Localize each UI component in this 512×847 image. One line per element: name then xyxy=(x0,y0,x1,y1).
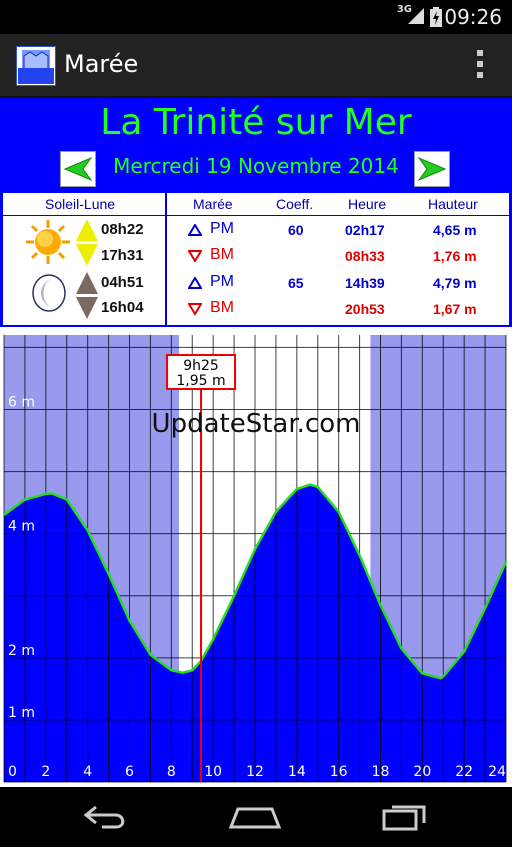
x-tick-label: 24 xyxy=(488,764,506,780)
x-tick-label: 18 xyxy=(372,764,390,780)
tide-time: 02h17 xyxy=(345,222,385,238)
sunrise-time: 08h22 xyxy=(101,221,144,238)
high-tide-icon xyxy=(188,224,202,236)
header-height: Hauteur xyxy=(428,196,478,212)
moon-icon xyxy=(32,274,66,312)
moonset-time: 16h04 xyxy=(101,299,144,316)
home-icon[interactable] xyxy=(228,803,282,831)
tide-chart[interactable]: 1 m2 m4 m6 m0 2 4 6 8 10 12 14 16 18 20 22 249h251,9… xyxy=(0,327,512,787)
app-title: Marée xyxy=(64,50,139,78)
cursor-height: 1,95 m xyxy=(176,373,225,389)
cursor-time: 9h25 xyxy=(183,358,219,374)
sunset-down-arrow-icon xyxy=(76,244,98,266)
x-tick-label: 2 xyxy=(41,764,50,780)
status-bar: 3G 09:26 xyxy=(0,0,512,34)
header-time: Heure xyxy=(348,196,387,212)
tide-coeff: 65 xyxy=(288,275,304,291)
tide-time: 20h53 xyxy=(345,301,385,317)
x-tick-label: 10 xyxy=(204,764,222,780)
tide-type: PM xyxy=(210,273,234,290)
tide-time: 08h33 xyxy=(345,248,385,264)
signal-icon xyxy=(408,8,424,24)
tide-time: 14h39 xyxy=(345,275,385,291)
watermark: UpdateStar.com xyxy=(151,409,361,439)
moonset-down-arrow-icon xyxy=(76,297,98,319)
x-tick-label: 22 xyxy=(455,764,473,780)
high-tide-icon xyxy=(188,277,202,289)
header-sun-moon: Soleil-Lune xyxy=(45,196,116,212)
x-tick-label: 16 xyxy=(330,764,348,780)
x-tick-label: 12 xyxy=(246,764,264,780)
column-divider xyxy=(165,193,167,325)
location-header: La Trinité sur Mer Mercredi 19 Novembre … xyxy=(0,98,512,190)
x-tick-label: 6 xyxy=(125,764,134,780)
low-tide-icon xyxy=(188,303,202,315)
recent-apps-icon[interactable] xyxy=(380,803,428,831)
tide-coeff: 60 xyxy=(288,222,304,238)
header-separator xyxy=(3,215,509,216)
tide-height: 1,76 m xyxy=(433,248,477,264)
y-tick-label: 1 m xyxy=(8,705,35,721)
tide-type: BM xyxy=(210,299,234,316)
sunrise-up-arrow-icon xyxy=(76,219,98,241)
sun-icon xyxy=(26,220,70,264)
x-tick-label: 14 xyxy=(288,764,306,780)
moonrise-time: 04h51 xyxy=(101,274,144,291)
back-icon[interactable] xyxy=(82,803,130,831)
tide-type: PM xyxy=(210,220,234,237)
low-tide-icon xyxy=(188,250,202,262)
tide-chart-panel[interactable]: 1 m2 m4 m6 m 0 2 4 6 8 10 12 14 16 18 20 22 24 9h25 1,9… xyxy=(0,327,512,787)
tide-height: 4,79 m xyxy=(433,275,477,291)
location-name: La Trinité sur Mer xyxy=(100,102,412,143)
clock: 09:26 xyxy=(444,5,502,29)
x-tick-label: 0 xyxy=(8,764,17,780)
tide-table: Soleil-Lune Marée Coeff. Heure Hauteur 0… xyxy=(0,190,512,327)
header-tide: Marée xyxy=(193,196,233,212)
header-coeff: Coeff. xyxy=(276,196,314,212)
sunset-time: 17h31 xyxy=(101,247,144,264)
overflow-menu-icon[interactable] xyxy=(476,50,484,80)
x-tick-label: 8 xyxy=(167,764,176,780)
moonrise-up-arrow-icon xyxy=(76,272,98,294)
app-logo-icon[interactable] xyxy=(16,46,56,86)
arrow-right-icon xyxy=(417,156,447,182)
x-tick-label: 20 xyxy=(413,764,431,780)
tide-height: 4,65 m xyxy=(433,222,477,238)
tide-height: 1,67 m xyxy=(433,301,477,317)
y-tick-label: 4 m xyxy=(8,519,35,535)
system-nav-bar xyxy=(0,787,512,847)
x-tick-label: 4 xyxy=(83,764,92,780)
tide-type: BM xyxy=(210,246,234,263)
action-bar: Marée xyxy=(0,34,512,98)
next-day-button[interactable] xyxy=(414,151,450,187)
y-tick-label: 2 m xyxy=(8,643,35,659)
battery-icon xyxy=(430,7,442,27)
